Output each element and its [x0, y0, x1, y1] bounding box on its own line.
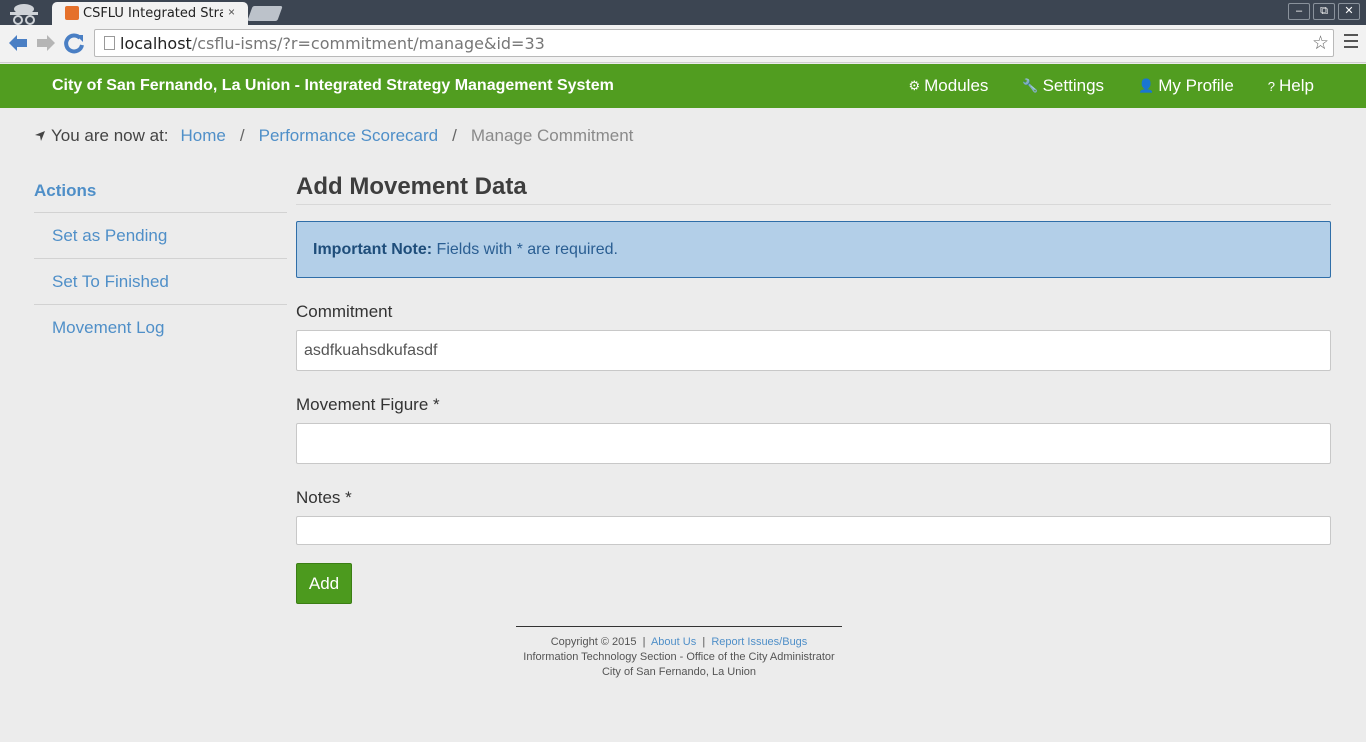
- tab-title: CSFLU Integrated Strat: [83, 6, 223, 21]
- xampp-favicon-icon: [65, 6, 79, 20]
- nav-my-profile[interactable]: 👤 My Profile: [1138, 76, 1234, 96]
- main-content: Add Movement Data Important Note: Fields…: [296, 170, 1331, 604]
- nav-help[interactable]: ? Help: [1268, 76, 1314, 96]
- nav-modules-label: Modules: [924, 76, 989, 95]
- nav-settings[interactable]: 🔧 Settings: [1022, 76, 1104, 96]
- footer: Copyright © 2015 | About Us | Report Iss…: [516, 626, 842, 680]
- question-circle-icon: ?: [1267, 78, 1276, 94]
- footer-separator: |: [702, 636, 706, 648]
- copyright-text: Copyright © 2015: [550, 636, 637, 648]
- location-arrow-icon: [35, 131, 45, 141]
- nav-settings-label: Settings: [1042, 76, 1105, 95]
- page-title: Add Movement Data: [296, 170, 1331, 205]
- url-text: localhost/csflu-isms/?r=commitment/manag…: [120, 34, 545, 53]
- breadcrumb-performance-scorecard[interactable]: Performance Scorecard: [259, 126, 439, 146]
- movement-figure-label: Movement Figure *: [296, 395, 440, 414]
- browser-tab[interactable]: CSFLU Integrated Strat ×: [52, 2, 248, 25]
- nav-modules[interactable]: ⚙ Modules: [908, 76, 988, 96]
- reload-icon[interactable]: [63, 33, 85, 55]
- notes-field[interactable]: [296, 516, 1331, 545]
- user-icon: 👤: [1138, 78, 1155, 93]
- brand-title[interactable]: City of San Fernando, La Union - Integra…: [52, 77, 614, 95]
- movement-figure-field[interactable]: [296, 423, 1331, 464]
- wrench-icon: 🔧: [1022, 78, 1039, 93]
- actions-sidebar: Actions Set as Pending Set To Finished M…: [34, 178, 287, 351]
- minimize-button[interactable]: –: [1288, 3, 1310, 20]
- cogs-icon: ⚙: [908, 78, 921, 93]
- back-arrow-icon[interactable]: [7, 33, 29, 53]
- browser-toolbar: localhost/csflu-isms/?r=commitment/manag…: [0, 25, 1366, 63]
- notes-label: Notes *: [296, 488, 352, 507]
- page-icon: [104, 36, 115, 50]
- commitment-label: Commitment: [296, 302, 393, 321]
- breadcrumb: You are now at: Home / Performance Score…: [34, 126, 633, 146]
- incognito-icon: [10, 4, 38, 25]
- footer-line-1: Copyright © 2015 | About Us | Report Iss…: [516, 635, 842, 650]
- breadcrumb-separator: /: [239, 126, 245, 145]
- bookmark-star-icon[interactable]: ☆: [1312, 32, 1329, 55]
- alert-text: Fields with * are required.: [432, 241, 618, 258]
- app-navbar: City of San Fernando, La Union - Integra…: [0, 64, 1366, 108]
- breadcrumb-prefix: You are now at:: [51, 126, 169, 145]
- browser-menu-icon[interactable]: [1344, 34, 1358, 52]
- nav-my-profile-label: My Profile: [1158, 76, 1234, 95]
- sidebar-title: Actions: [34, 178, 287, 213]
- about-us-link[interactable]: About Us: [651, 636, 696, 648]
- address-bar[interactable]: localhost/csflu-isms/?r=commitment/manag…: [94, 29, 1334, 57]
- footer-separator: |: [642, 636, 646, 648]
- sidebar-item-movement-log[interactable]: Movement Log: [34, 305, 287, 351]
- add-button[interactable]: Add: [296, 563, 352, 604]
- nav-help-label: Help: [1279, 76, 1314, 95]
- breadcrumb-current: Manage Commitment: [470, 126, 634, 145]
- info-alert: Important Note: Fields with * are requir…: [296, 221, 1331, 278]
- restore-button[interactable]: ⧉: [1313, 3, 1335, 20]
- commitment-field[interactable]: [296, 330, 1331, 371]
- close-window-button[interactable]: ✕: [1338, 3, 1360, 20]
- alert-strong: Important Note:: [313, 241, 433, 258]
- sidebar-item-set-to-finished[interactable]: Set To Finished: [34, 259, 287, 305]
- browser-tabbar: CSFLU Integrated Strat × – ⧉ ✕: [0, 0, 1366, 25]
- nav-menu: ⚙ Modules 🔧 Settings 👤 My Profile ? Help: [908, 76, 1314, 96]
- window-controls: – ⧉ ✕: [1288, 3, 1360, 20]
- tab-close-icon[interactable]: ×: [228, 5, 235, 19]
- footer-line-2: Information Technology Section - Office …: [523, 651, 835, 663]
- new-tab-button[interactable]: [247, 6, 283, 21]
- breadcrumb-home[interactable]: Home: [181, 126, 226, 146]
- breadcrumb-separator: /: [452, 126, 457, 145]
- forward-arrow-icon[interactable]: [35, 33, 57, 53]
- sidebar-item-set-as-pending[interactable]: Set as Pending: [34, 213, 287, 259]
- footer-line-3: City of San Fernando, La Union: [601, 666, 757, 678]
- report-issues-link[interactable]: Report Issues/Bugs: [711, 636, 807, 648]
